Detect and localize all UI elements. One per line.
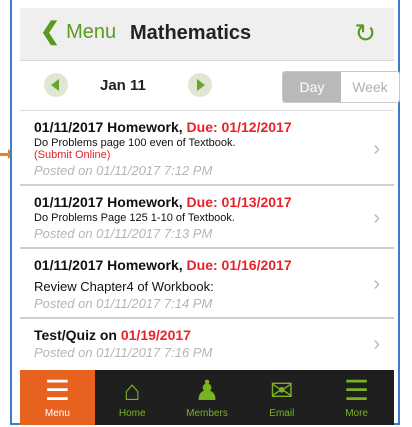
item-posted: Posted on 01/11/2017 7:14 PM	[34, 296, 213, 311]
tab-label: Menu	[44, 408, 70, 419]
item-due-date: Due: 01/12/2017	[186, 119, 292, 135]
tab-menu[interactable]: ☰ Menu	[20, 370, 95, 425]
arrow-left-icon	[51, 79, 59, 91]
bottom-tab-bar: ☰ Menu ⌂ Home ♟ Members ✉ Email ☰ More	[20, 370, 394, 425]
chevron-right-icon: ›	[373, 137, 380, 160]
item-due-date: 01/19/2017	[120, 327, 191, 343]
item-description: Do Problems Page 125 1-10 of Textbook.	[34, 212, 235, 224]
chevron-left-icon: ❮	[40, 18, 61, 45]
tab-label: Members	[186, 408, 228, 419]
back-menu-button[interactable]: ❮ Menu	[40, 20, 116, 44]
day-view-button[interactable]: Day	[283, 72, 341, 102]
tab-label: More	[345, 408, 368, 419]
item-due-date: Due: 01/13/2017	[186, 194, 292, 210]
assignment-list: 01/11/2017 Homework, Due: 01/12/2017 Do …	[20, 110, 394, 366]
next-date-button[interactable]	[188, 73, 212, 97]
item-description: Review Chapter4 of Workbook:	[34, 279, 214, 294]
item-title: 01/11/2017 Homework,	[34, 119, 183, 135]
week-view-button[interactable]: Week	[341, 72, 399, 102]
nav-header: ❮ Menu Mathematics ↻	[20, 8, 394, 61]
email-icon: ✉	[270, 375, 294, 406]
chevron-right-icon: ›	[373, 206, 380, 229]
tab-label: Home	[118, 408, 146, 419]
item-note: (Submit Online)	[34, 149, 111, 161]
back-label: Menu	[66, 20, 117, 43]
item-description: Do Problems page 100 even of Textbook.	[34, 137, 236, 149]
list-item[interactable]: 01/11/2017 Homework, Due: 01/16/2017 Rev…	[20, 249, 394, 319]
item-posted: Posted on 01/11/2017 7:13 PM	[34, 226, 213, 241]
tab-home[interactable]: ⌂ Home	[95, 370, 170, 425]
refresh-icon[interactable]: ↻	[354, 18, 376, 49]
members-icon: ♟	[194, 375, 220, 406]
current-date: Jan 11	[100, 77, 146, 94]
item-posted: Posted on 01/11/2017 7:12 PM	[34, 163, 213, 178]
tab-label: Email	[269, 408, 295, 419]
tab-email[interactable]: ✉ Email	[244, 370, 319, 425]
view-toggle: Day Week	[282, 71, 400, 103]
tab-more[interactable]: ☰ More	[319, 370, 394, 425]
page-title: Mathematics	[130, 22, 252, 44]
list-item[interactable]: 01/11/2017 Homework, Due: 01/13/2017 Do …	[20, 186, 394, 249]
list-item[interactable]: 01/11/2017 Homework, Due: 01/12/2017 Do …	[20, 111, 394, 186]
date-navigation: Jan 11 Day Week	[20, 61, 400, 109]
more-list-icon: ☰	[344, 375, 370, 406]
home-icon: ⌂	[123, 375, 141, 406]
list-item[interactable]: Test/Quiz on 01/19/2017 Posted on 01/11/…	[20, 319, 394, 366]
menu-list-icon: ☰	[44, 375, 70, 406]
chevron-right-icon: ›	[373, 273, 380, 295]
item-due-date: Due: 01/16/2017	[186, 257, 292, 273]
chevron-right-icon: ›	[373, 332, 380, 355]
item-title: 01/11/2017 Homework,	[34, 257, 183, 273]
item-title: Test/Quiz on	[34, 327, 117, 343]
arrow-right-icon	[197, 79, 205, 91]
item-title: 01/11/2017 Homework,	[34, 194, 183, 210]
tab-members[interactable]: ♟ Members	[170, 370, 245, 425]
previous-date-button[interactable]	[44, 73, 68, 97]
item-posted: Posted on 01/11/2017 7:16 PM	[34, 345, 213, 360]
